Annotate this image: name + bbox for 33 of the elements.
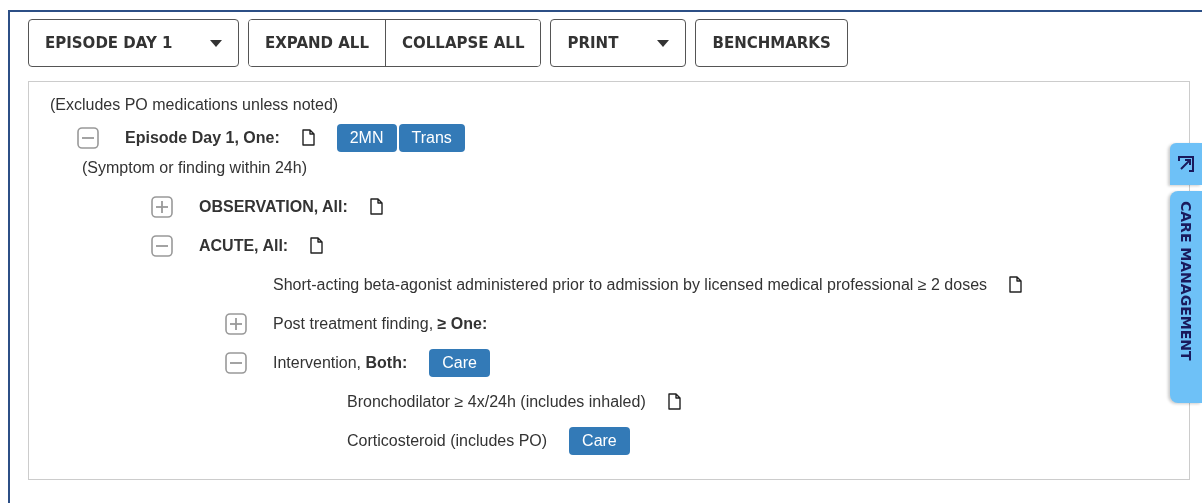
caret-icon: [210, 39, 222, 47]
expand-icon[interactable]: [151, 195, 173, 218]
collapse-icon[interactable]: [151, 234, 173, 257]
criterion-label: Corticosteroid (includes PO): [347, 431, 548, 450]
criterion-label: Bronchodilator ≥ 4x/24h (includes inhaled): [347, 392, 646, 411]
criterion-label: Short-acting beta-agonist administered prior to admission by licensed medical professional ≥ 2 doses: [273, 275, 988, 294]
document-icon[interactable]: [369, 198, 383, 215]
document-icon[interactable]: [667, 393, 681, 410]
expand-icon: [1177, 155, 1195, 173]
criterion-label: Episode Day 1, One:: [125, 128, 280, 147]
collapse-icon[interactable]: [77, 126, 99, 149]
care-level-tag[interactable]: Care: [569, 426, 630, 455]
expand-icon[interactable]: [225, 312, 247, 335]
document-icon[interactable]: [1009, 276, 1023, 293]
criteria-note: (Excludes PO medications unless noted): [50, 95, 339, 115]
episode-day-select[interactable]: EPISODE DAY 1: [28, 19, 239, 67]
criterion-label: Post treatment finding, ≥ One:: [273, 314, 488, 333]
criterion-label: OBSERVATION, All:: [199, 197, 348, 216]
criterion-label: ACUTE, All:: [199, 236, 289, 255]
care-management-tab[interactable]: CARE MANAGEMENT: [1170, 191, 1202, 403]
criterion-note: (Symptom or finding within 24h): [82, 158, 307, 178]
document-icon[interactable]: [301, 129, 315, 146]
benchmarks-button[interactable]: BENCHMARKS: [695, 19, 848, 67]
collapse-icon[interactable]: [225, 351, 247, 374]
care-level-tag[interactable]: Trans: [398, 123, 465, 152]
care-level-tag[interactable]: 2MN: [336, 123, 397, 152]
document-icon[interactable]: [310, 237, 324, 254]
collapse-all-button[interactable]: COLLAPSE ALL: [385, 20, 541, 66]
print-menu-button[interactable]: PRINT: [550, 19, 687, 67]
expand-panel-button[interactable]: [1170, 143, 1202, 185]
caret-icon: [657, 39, 670, 47]
criterion-label: Intervention, Both:: [273, 353, 408, 372]
care-level-tag[interactable]: Care: [429, 348, 490, 377]
